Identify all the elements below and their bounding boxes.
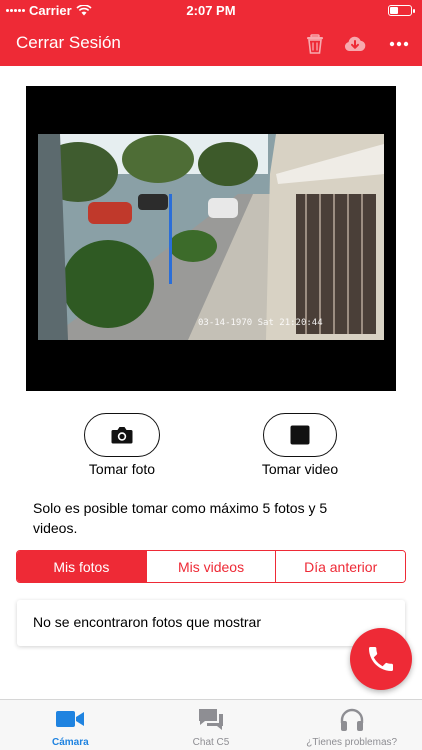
stop-icon (290, 425, 310, 445)
tab-chat[interactable]: Chat C5 (141, 700, 282, 750)
tab-camera[interactable]: Cámara (0, 700, 141, 750)
headphones-icon (340, 708, 363, 731)
empty-state-message: No se encontraron fotos que mostrar (33, 614, 262, 630)
camera-video-player[interactable]: 03-14-1970 Sat 21:20:44 (26, 86, 396, 391)
tab-previous-day[interactable]: Día anterior (275, 551, 405, 582)
chat-bubbles-icon (199, 709, 223, 730)
trash-icon[interactable] (303, 32, 327, 56)
tab-camera-label: Cámara (51, 737, 89, 748)
camera-icon (111, 427, 133, 444)
tab-support[interactable]: ¿Tienes problemas? (281, 700, 422, 750)
take-video-button[interactable] (263, 413, 337, 457)
take-photo-label: Tomar foto (88, 461, 156, 477)
video-timestamp: 03-14-1970 Sat 21:20:44 (198, 318, 323, 328)
camera-feed-image: 03-14-1970 Sat 21:20:44 (38, 134, 384, 340)
cloud-download-icon[interactable] (343, 32, 367, 56)
battery-icon (388, 5, 415, 16)
take-video-label: Tomar video (261, 461, 339, 477)
status-time: 2:07 PM (186, 3, 236, 18)
status-bar: Carrier 2:07 PM (0, 0, 422, 22)
navigation-bar: Cerrar Sesión (0, 22, 422, 66)
tab-my-photos[interactable]: Mis fotos (17, 551, 146, 582)
take-photo-button[interactable] (84, 413, 160, 457)
emergency-call-button[interactable] (350, 628, 412, 690)
media-segmented-control: Mis fotos Mis videos Día anterior (16, 550, 406, 583)
logout-button[interactable]: Cerrar Sesión (16, 33, 121, 53)
bottom-tab-bar: Cámara Chat C5 ¿Tienes problemas? (0, 699, 422, 750)
tab-my-videos[interactable]: Mis videos (145, 551, 276, 582)
empty-state-card: No se encontraron fotos que mostrar (17, 600, 405, 646)
phone-icon (369, 647, 393, 671)
tab-chat-label: Chat C5 (192, 737, 230, 748)
tab-support-label: ¿Tienes problemas? (306, 737, 398, 748)
more-options-icon[interactable] (387, 32, 411, 56)
limit-info-text: Solo es posible tomar como máximo 5 foto… (33, 500, 328, 536)
video-camera-icon (56, 711, 85, 727)
